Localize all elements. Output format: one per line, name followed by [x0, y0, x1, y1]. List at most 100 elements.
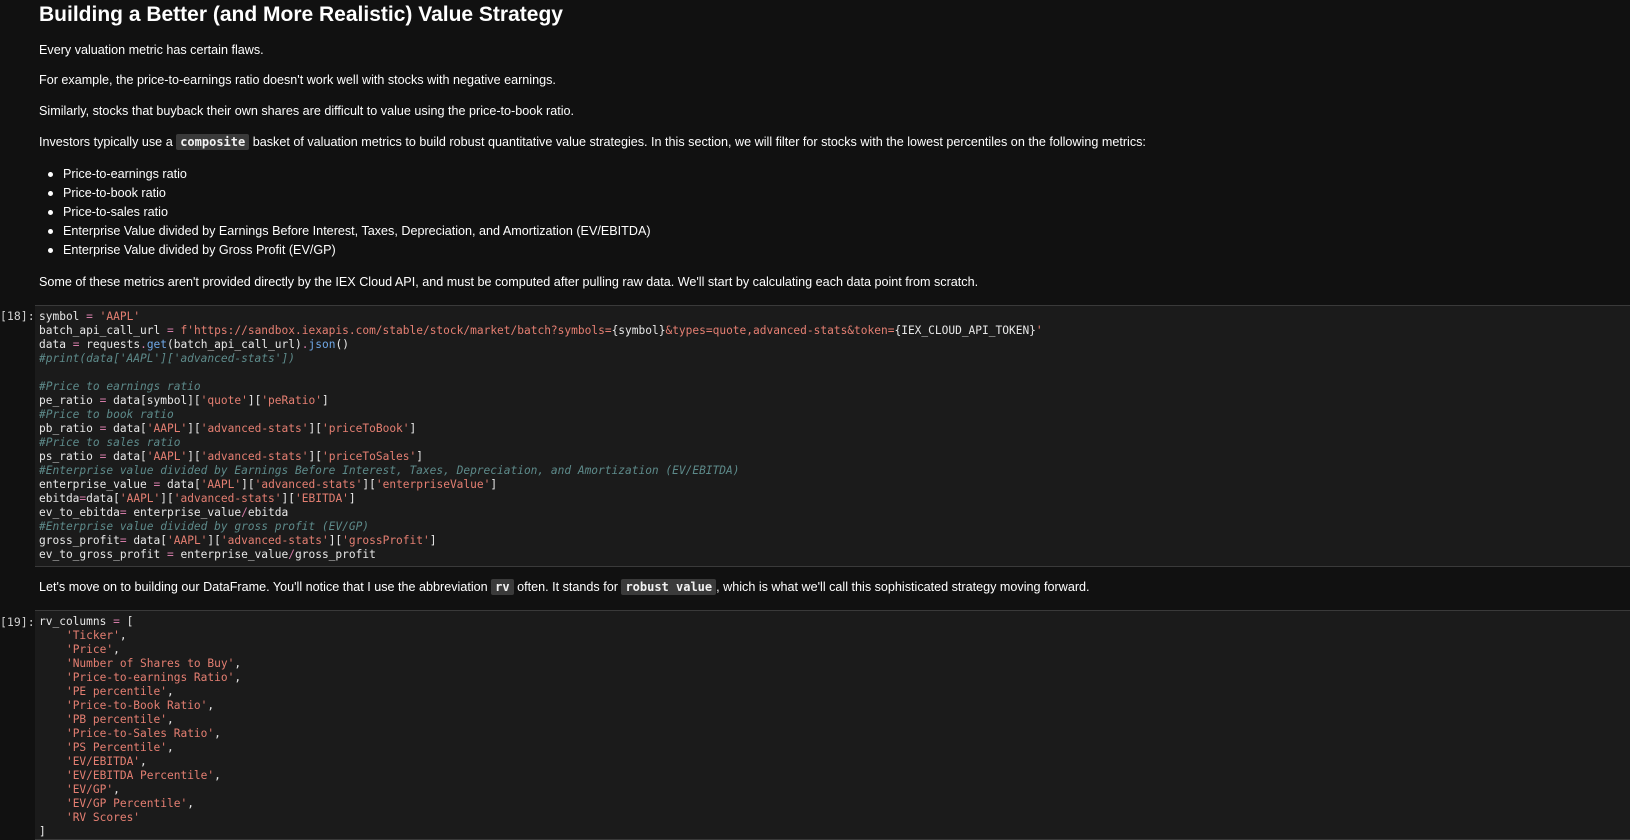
code-line: 'PE percentile', [35, 685, 1630, 699]
code-token: ] [39, 825, 46, 838]
code-token: ev_to_ebitda [39, 506, 120, 519]
list-item: Enterprise Value divided by Gross Profit… [39, 241, 651, 260]
code-token: #Price to book ratio [39, 408, 174, 421]
code-token: , [113, 643, 120, 656]
code-token: ][ [187, 422, 201, 435]
list-item-text: Enterprise Value divided by Gross Profit… [63, 243, 336, 257]
code-token: / [241, 506, 248, 519]
bullet-icon [48, 191, 53, 196]
code-token: symbol [39, 310, 87, 323]
code-token: ][ [308, 450, 322, 463]
code-token: = [86, 310, 93, 323]
list-item-text: Price-to-book ratio [63, 186, 166, 200]
code-token: , [234, 657, 242, 670]
code-line: #Price to book ratio [35, 408, 1630, 422]
code-token: 'Number of Shares to Buy' [65, 657, 235, 670]
code-line: ps_ratio = data['AAPL']['advanced-stats'… [35, 450, 1630, 464]
code-line: 'EV/GP Percentile', [35, 797, 1630, 811]
code-token: enterprise_value [173, 548, 289, 561]
code-token: pb_ratio [39, 422, 100, 435]
code-token: #print(data['AAPL']['advanced-stats']) [39, 352, 295, 365]
code-token: ][ [308, 422, 322, 435]
code-token: 'AAPL' [167, 534, 208, 547]
bullet-icon [48, 248, 53, 253]
text: Let's move on to building our DataFrame.… [39, 580, 492, 594]
code-line: rv_columns = [ [35, 615, 1630, 629]
code-token: gross_profit [39, 534, 120, 547]
code-line: 'PB percentile', [35, 713, 1630, 727]
code-token: batch_api_call_url [39, 324, 167, 337]
code-token: , [214, 727, 221, 740]
code-line: 'PS Percentile', [35, 741, 1630, 755]
code-token: 'AAPL' [119, 492, 161, 505]
code-token: ' [1035, 324, 1043, 337]
paragraph: Let's move on to building our DataFrame.… [39, 578, 1090, 596]
code-token: ][ [187, 450, 201, 463]
code-token: , [187, 797, 194, 810]
code-token: 'AAPL' [99, 310, 141, 323]
code-line: 'EV/EBITDA', [35, 755, 1630, 769]
code-line: data = requests.get(batch_api_call_url).… [35, 338, 1630, 352]
code-line: #Enterprise value divided by Earnings Be… [35, 464, 1630, 478]
code-token: get [146, 338, 168, 351]
inline-code: rv [491, 579, 514, 595]
text: , which is what we'll call this sophisti… [716, 580, 1090, 594]
code-line: #Enterprise value divided by gross profi… [35, 520, 1630, 534]
code-token: 'enterpriseValue' [375, 478, 491, 491]
code-token: data[ [106, 422, 147, 435]
code-line: 'Price-to-earnings Ratio', [35, 671, 1630, 685]
code-line: gross_profit= data['AAPL']['advanced-sta… [35, 534, 1630, 548]
code-token: ] [321, 394, 329, 407]
inline-code: robust value [621, 579, 717, 595]
code-token: / [288, 548, 295, 561]
code-token: ][ [362, 478, 376, 491]
code-token: , [167, 713, 174, 726]
code-token: #Price to earnings ratio [39, 380, 201, 393]
code-token: 'PB percentile' [65, 713, 167, 726]
code-line: pb_ratio = data['AAPL']['advanced-stats'… [35, 422, 1630, 436]
code-token: ][ [207, 534, 221, 547]
code-token: ] [416, 450, 424, 463]
code-line: 'Price-to-Sales Ratio', [35, 727, 1630, 741]
list-item: Price-to-sales ratio [39, 203, 651, 222]
code-token: ][ [247, 394, 262, 407]
code-line: #Price to sales ratio [35, 436, 1630, 450]
code-line: ev_to_gross_profit = enterprise_value/gr… [35, 548, 1630, 562]
code-token: . [301, 338, 309, 351]
code-token: 'RV Scores' [65, 811, 141, 824]
code-token: 'advanced-stats' [254, 478, 363, 491]
list-item: Price-to-book ratio [39, 184, 651, 203]
cell-prompt: [18]: [0, 309, 35, 323]
code-token: ] [348, 492, 356, 505]
code-token: = [119, 534, 127, 547]
code-token: 'PE percentile' [65, 685, 167, 698]
code-token: () [335, 338, 349, 351]
code-token: 'AAPL' [146, 450, 188, 463]
code-token: #Enterprise value divided by gross profi… [39, 520, 370, 533]
code-token: = [166, 548, 174, 561]
code-token: rv_columns [39, 615, 114, 628]
code-token: , [113, 783, 120, 796]
code-token: , [140, 755, 147, 768]
code-token: {symbol} [611, 324, 666, 337]
code-token: 'advanced-stats' [200, 450, 309, 463]
section-heading: Building a Better (and More Realistic) V… [39, 3, 563, 26]
paragraph: Investors typically use a composite bask… [39, 133, 1146, 151]
code-token: ] [429, 534, 437, 547]
code-token: ebitda [39, 492, 80, 505]
code-token: , [119, 629, 127, 642]
code-token: [ [119, 615, 134, 628]
code-cell-editor[interactable]: rv_columns = [ 'Ticker', 'Price', 'Numbe… [35, 610, 1630, 840]
bullet-icon [48, 210, 53, 215]
code-token: ][ [241, 478, 255, 491]
code-token: (batch_api_call_url) [167, 338, 302, 351]
code-cell-editor[interactable]: symbol = 'AAPL' batch_api_call_url = f'ht… [35, 305, 1630, 567]
paragraph: Some of these metrics aren't provided di… [39, 275, 979, 289]
code-token: ] [409, 422, 417, 435]
code-token: ][ [160, 492, 174, 505]
code-token: , [167, 741, 174, 754]
